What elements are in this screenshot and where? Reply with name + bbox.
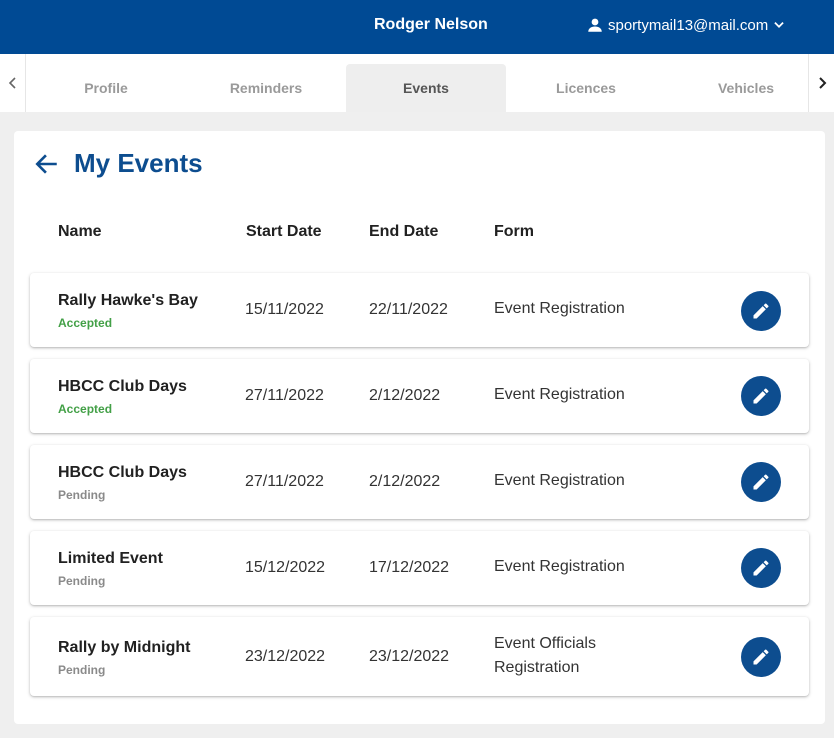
chevron-down-icon (774, 22, 784, 28)
page-title: My Events (74, 148, 203, 178)
column-header-end-date: End Date (369, 223, 439, 240)
status-badge: Pending (58, 488, 106, 502)
chevron-left-icon (8, 77, 16, 89)
table-row: Rally by Midnight Pending 23/12/2022 23/… (30, 617, 809, 696)
tab-reminders[interactable]: Reminders (186, 64, 346, 112)
events-card: My Events Name Start Date End Date Form … (14, 131, 825, 724)
arrow-left-icon[interactable] (34, 151, 60, 177)
end-date: 22/11/2022 (369, 301, 448, 318)
pencil-icon (753, 303, 769, 319)
tab-label: Events (403, 80, 449, 96)
event-name: Rally Hawke's Bay (58, 292, 198, 309)
column-header-name: Name (58, 223, 102, 240)
start-date: 27/11/2022 (245, 387, 324, 404)
person-icon (588, 18, 602, 32)
form-name: Event Registration (494, 558, 625, 575)
tab-licences[interactable]: Licences (506, 64, 666, 112)
column-header-start-date: Start Date (246, 223, 322, 240)
table-row: HBCC Club Days Pending 27/11/2022 2/12/2… (30, 445, 809, 519)
start-date: 23/12/2022 (245, 648, 326, 665)
user-name: Rodger Nelson (374, 16, 488, 33)
start-date: 27/11/2022 (245, 473, 324, 490)
account-menu[interactable]: sportymail13@mail.com (586, 16, 786, 34)
table-row: Rally Hawke's Bay Accepted 15/11/2022 22… (30, 273, 809, 347)
tab-scroll-right-button[interactable] (808, 54, 834, 112)
edit-button[interactable] (741, 291, 781, 331)
tab-bar: Profile Reminders Events Licences Vehicl… (0, 54, 834, 112)
tab-vehicles[interactable]: Vehicles (666, 64, 826, 112)
tab-profile[interactable]: Profile (26, 64, 186, 112)
event-name: Limited Event (58, 550, 163, 567)
edit-button[interactable] (741, 548, 781, 588)
start-date: 15/12/2022 (245, 559, 326, 576)
pencil-icon (753, 649, 769, 665)
event-name: Rally by Midnight (58, 639, 191, 656)
status-badge: Accepted (58, 316, 113, 330)
pencil-icon (753, 388, 769, 404)
top-bar: Rodger Nelson sportymail13@mail.com (0, 0, 834, 54)
form-name: Event Officials Registration (494, 635, 596, 676)
form-name: Event Registration (494, 300, 625, 317)
start-date: 15/11/2022 (245, 301, 324, 318)
status-badge: Pending (58, 663, 106, 677)
column-header-form: Form (494, 223, 534, 240)
account-email: sportymail13@mail.com (608, 16, 769, 34)
tab-scroll-left-button[interactable] (0, 54, 26, 112)
end-date: 17/12/2022 (369, 559, 450, 576)
end-date: 23/12/2022 (369, 648, 450, 665)
status-badge: Pending (58, 574, 106, 588)
end-date: 2/12/2022 (369, 387, 441, 404)
table-row: Limited Event Pending 15/12/2022 17/12/2… (30, 531, 809, 605)
tab-label: Reminders (229, 80, 303, 96)
event-name: HBCC Club Days (58, 464, 187, 481)
edit-button[interactable] (741, 376, 781, 416)
edit-button[interactable] (741, 462, 781, 502)
form-name: Event Registration (494, 472, 625, 489)
event-name: HBCC Club Days (58, 378, 187, 395)
form-name: Event Registration (494, 386, 625, 403)
end-date: 2/12/2022 (369, 473, 441, 490)
edit-button[interactable] (741, 637, 781, 677)
tab-events[interactable]: Events (346, 64, 506, 112)
status-badge: Accepted (58, 402, 113, 416)
table-row: HBCC Club Days Accepted 27/11/2022 2/12/… (30, 359, 809, 433)
tab-label: Vehicles (717, 80, 775, 96)
tab-label: Licences (556, 80, 616, 96)
pencil-icon (753, 560, 769, 576)
tab-label: Profile (84, 80, 128, 96)
chevron-right-icon (818, 77, 826, 89)
pencil-icon (753, 474, 769, 490)
